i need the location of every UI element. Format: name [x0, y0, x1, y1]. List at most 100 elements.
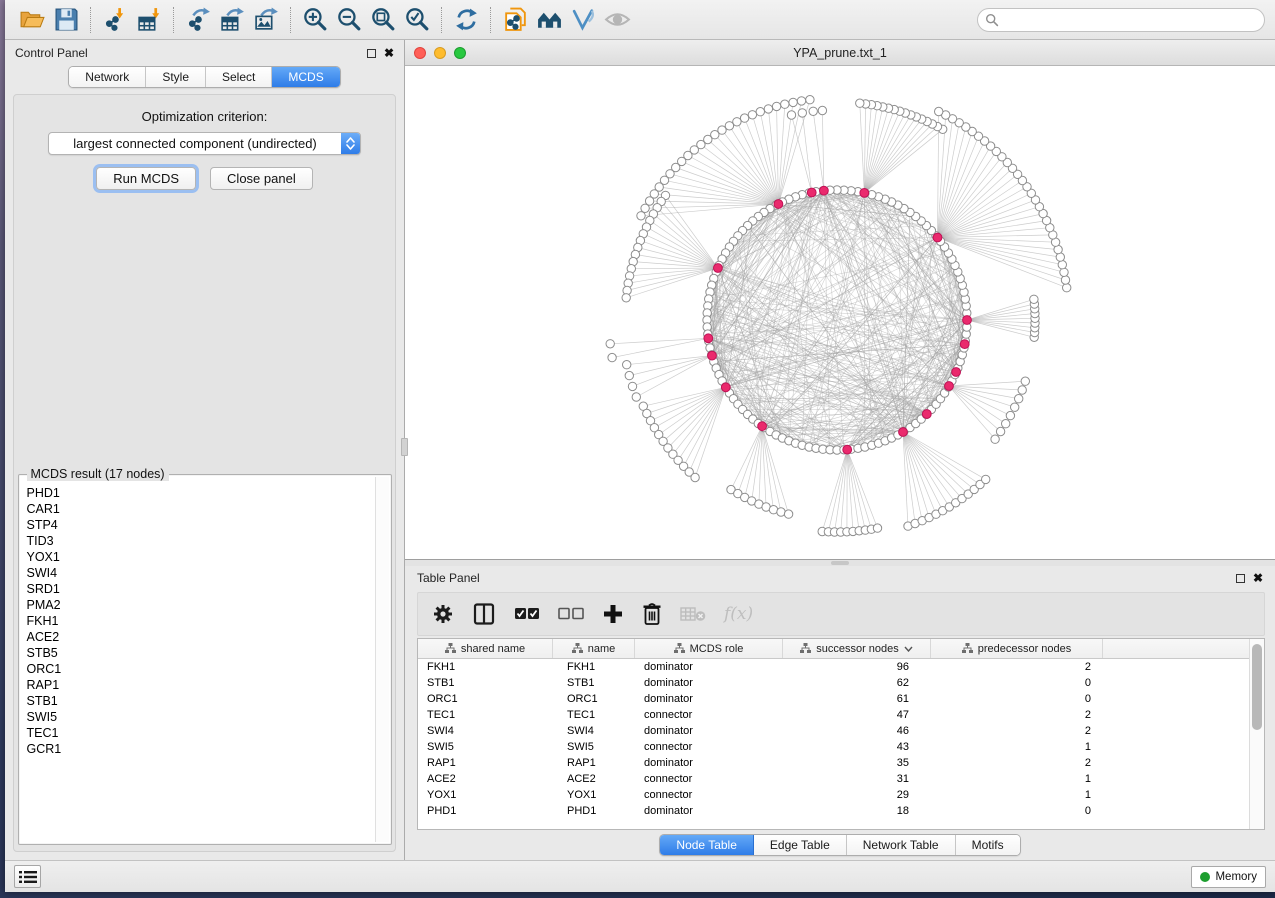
float-panel-icon[interactable]	[367, 49, 376, 58]
table-row[interactable]: SWI4SWI4dominator462	[418, 723, 1249, 739]
table-cell: 31	[783, 773, 931, 785]
zoom-in-icon[interactable]	[298, 5, 332, 35]
toolbar-separator	[490, 7, 491, 33]
table-row[interactable]: ACE2ACE2connector311	[418, 771, 1249, 787]
import-table-icon[interactable]	[132, 5, 166, 35]
zoom-out-icon[interactable]	[332, 5, 366, 35]
function-builder-icon: f(x)	[724, 604, 753, 624]
zoom-selected-icon[interactable]	[400, 5, 434, 35]
select-stepper-icon	[341, 133, 360, 154]
tab-node-table[interactable]: Node Table	[660, 835, 754, 855]
horizontal-splitter[interactable]	[405, 560, 1275, 566]
mcds-result-item[interactable]: RAP1	[27, 677, 369, 693]
clone-network-icon[interactable]	[498, 5, 532, 35]
mcds-list-scrollbar[interactable]	[375, 477, 389, 842]
column-header-successor-nodes[interactable]: successor nodes	[783, 639, 931, 658]
first-neighbors-icon[interactable]	[532, 5, 566, 35]
tab-network-table[interactable]: Network Table	[847, 835, 956, 855]
table-cell: SWI4	[418, 725, 553, 737]
task-history-button[interactable]	[14, 865, 41, 888]
table-cell: SWI4	[553, 725, 635, 737]
zoom-fit-icon[interactable]	[366, 5, 400, 35]
table-row[interactable]: TEC1TEC1connector472	[418, 707, 1249, 723]
show-columns-icon[interactable]	[472, 602, 496, 626]
table-cell: dominator	[635, 677, 783, 689]
mcds-result-item[interactable]: GCR1	[27, 741, 369, 757]
refresh-layout-icon[interactable]	[449, 5, 483, 35]
tab-network[interactable]: Network	[69, 67, 146, 87]
mcds-result-item[interactable]: TEC1	[27, 725, 369, 741]
mcds-result-item[interactable]: TID3	[27, 533, 369, 549]
table-row[interactable]: FKH1FKH1dominator962	[418, 659, 1249, 675]
open-session-icon[interactable]	[15, 5, 49, 35]
table-row[interactable]: YOX1YOX1connector291	[418, 787, 1249, 803]
export-table-icon[interactable]	[215, 5, 249, 35]
table-row[interactable]: PHD1PHD1dominator180	[418, 803, 1249, 819]
table-cell: FKH1	[418, 661, 553, 673]
table-row[interactable]: RAP1RAP1dominator352	[418, 755, 1249, 771]
app-window: Control Panel ✖ NetworkStyleSelectMCDS O…	[5, 0, 1275, 892]
column-label: name	[588, 643, 616, 655]
table-cell: TEC1	[418, 709, 553, 721]
table-panel: Table Panel ✖ f(x) shared namenameMCDS r…	[405, 566, 1275, 860]
table-cell: ACE2	[418, 773, 553, 785]
table-cell: YOX1	[418, 789, 553, 801]
table-scrollbar-thumb[interactable]	[1252, 644, 1262, 730]
memory-button[interactable]: Memory	[1191, 866, 1266, 888]
mcds-result-item[interactable]: STP4	[27, 517, 369, 533]
close-table-panel-icon[interactable]: ✖	[1253, 572, 1263, 584]
optimization-criterion-select[interactable]: largest connected component (undirected)	[48, 132, 361, 155]
mcds-result-item[interactable]: ORC1	[27, 661, 369, 677]
mcds-result-item[interactable]: STB5	[27, 645, 369, 661]
column-label: shared name	[461, 643, 525, 655]
deselect-all-icon[interactable]	[558, 607, 584, 621]
table-cell: 2	[931, 757, 1103, 769]
delete-column-icon[interactable]	[642, 602, 662, 626]
add-column-icon[interactable]	[602, 603, 624, 625]
mcds-result-item[interactable]: SWI4	[27, 565, 369, 581]
column-header-shared-name[interactable]: shared name	[418, 639, 553, 658]
table-scrollbar[interactable]	[1249, 639, 1264, 829]
table-row[interactable]: SWI5SWI5connector431	[418, 739, 1249, 755]
network-window-titlebar[interactable]: YPA_prune.txt_1	[405, 40, 1275, 66]
table-cell: dominator	[635, 805, 783, 817]
show-details-icon	[600, 5, 634, 35]
mcds-result-item[interactable]: ACE2	[27, 629, 369, 645]
mcds-result-item[interactable]: FKH1	[27, 613, 369, 629]
search-input[interactable]	[977, 8, 1265, 32]
save-session-icon[interactable]	[49, 5, 83, 35]
column-header-MCDS-role[interactable]: MCDS role	[635, 639, 783, 658]
export-image-icon[interactable]	[249, 5, 283, 35]
mcds-result-item[interactable]: STB1	[27, 693, 369, 709]
table-cell: dominator	[635, 725, 783, 737]
graphics-details-icon[interactable]	[566, 5, 600, 35]
table-row[interactable]: STB1STB1dominator620	[418, 675, 1249, 691]
column-header-name[interactable]: name	[553, 639, 635, 658]
mcds-result-item[interactable]: SWI5	[27, 709, 369, 725]
mcds-result-item[interactable]: SRD1	[27, 581, 369, 597]
export-network-icon[interactable]	[181, 5, 215, 35]
column-header-predecessor-nodes[interactable]: predecessor nodes	[931, 639, 1103, 658]
tab-select[interactable]: Select	[206, 67, 272, 87]
run-mcds-button[interactable]: Run MCDS	[96, 167, 196, 190]
network-canvas[interactable]	[405, 66, 1275, 559]
column-settings-icon[interactable]	[432, 603, 454, 625]
mcds-result-item[interactable]: CAR1	[27, 501, 369, 517]
mcds-result-item[interactable]: PMA2	[27, 597, 369, 613]
close-panel-button[interactable]: Close panel	[210, 167, 313, 190]
tab-edge-table[interactable]: Edge Table	[754, 835, 847, 855]
table-row[interactable]: ORC1ORC1dominator610	[418, 691, 1249, 707]
mcds-result-list: PHD1CAR1STP4TID3YOX1SWI4SRD1PMA2FKH1ACE2…	[19, 475, 375, 844]
network-view-window: YPA_prune.txt_1	[405, 40, 1275, 560]
search-icon	[985, 13, 999, 32]
import-network-icon[interactable]	[98, 5, 132, 35]
float-table-panel-icon[interactable]	[1236, 574, 1245, 583]
tab-motifs[interactable]: Motifs	[956, 835, 1020, 855]
mcds-result-item[interactable]: PHD1	[27, 485, 369, 501]
mcds-result-item[interactable]: YOX1	[27, 549, 369, 565]
table-cell: 1	[931, 789, 1103, 801]
close-panel-icon[interactable]: ✖	[384, 47, 394, 59]
tab-mcds[interactable]: MCDS	[272, 67, 339, 87]
tab-style[interactable]: Style	[146, 67, 206, 87]
select-all-icon[interactable]	[514, 607, 540, 621]
